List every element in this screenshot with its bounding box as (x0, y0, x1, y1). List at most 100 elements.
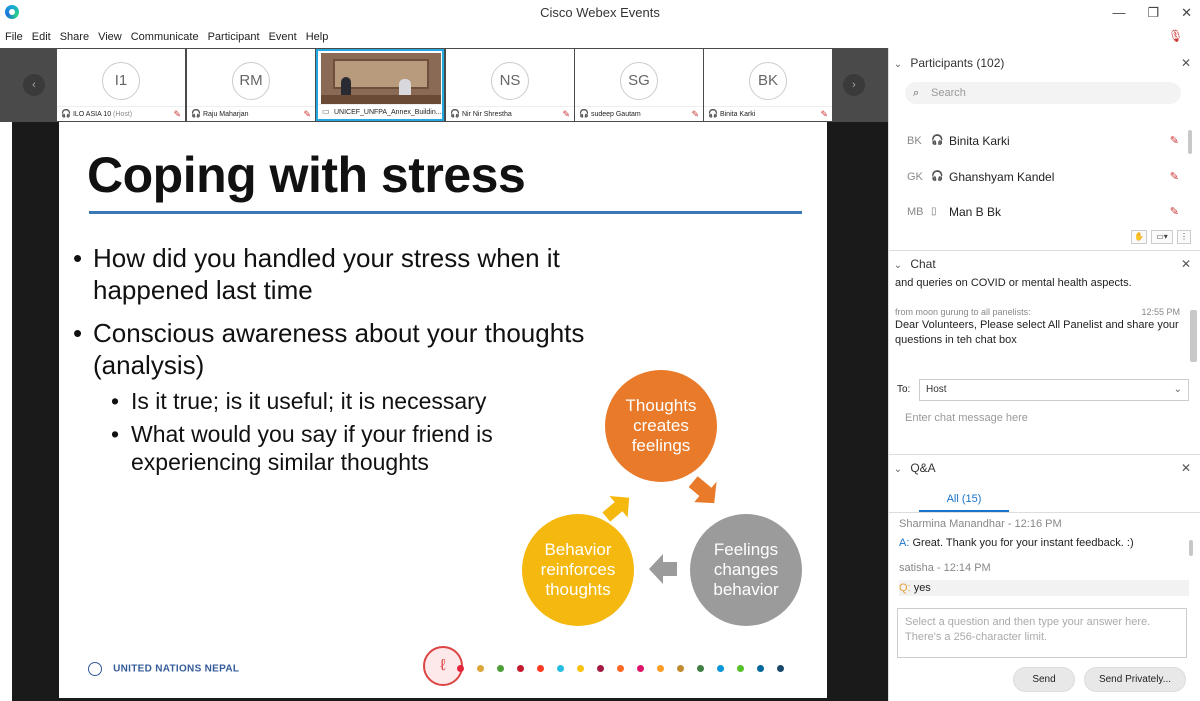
sdg-dot (737, 665, 744, 672)
answer-input[interactable]: Select a question and then type your ans… (897, 608, 1187, 658)
menu-participant[interactable]: Participant (203, 28, 264, 46)
close-button[interactable]: ✕ (1181, 0, 1192, 26)
menu-bar: File Edit Share View Communicate Partici… (0, 28, 332, 46)
tab-all[interactable]: All (15) (919, 488, 1009, 512)
avatar: RM (232, 62, 270, 100)
sdg-dot (557, 665, 564, 672)
menu-file[interactable]: File (0, 28, 27, 46)
menu-share[interactable]: Share (55, 28, 93, 46)
thumbnail-label: 🎧 Raju Maharjan ✎ (187, 106, 315, 121)
muted-mic-icon: ✎ (820, 109, 828, 119)
qa-answer[interactable]: A: Great. Thank you for your instant fee… (899, 537, 1134, 549)
participant-row[interactable]: MB ▯ Man B Bk ✎ (889, 197, 1189, 227)
question-text: yes (913, 582, 931, 594)
footer-text: UNITED NATIONS NEPAL (113, 663, 240, 675)
menu-event[interactable]: Event (264, 28, 301, 46)
participants-scrollbar[interactable] (1188, 130, 1192, 154)
maximize-button[interactable]: ❐ (1147, 0, 1159, 26)
to-label: To: (897, 384, 911, 395)
video-thumbnail-active[interactable]: ▭ UNICEF_UNFPA_Annex_Buildin... (316, 49, 444, 121)
participants-header[interactable]: ⌄ Participants (102) ✕ (889, 50, 1200, 76)
participant-name: Binita Karki (719, 111, 756, 118)
muted-mic-icon[interactable]: ✎ (1170, 126, 1179, 156)
send-button[interactable]: Send (1013, 667, 1075, 692)
qa-header[interactable]: ⌄ Q&A ✕ (889, 454, 1200, 480)
video-device-icon: ▭ (322, 107, 330, 116)
more-options-button[interactable]: ⋮ (1177, 230, 1191, 244)
sdg-dot (517, 665, 524, 672)
sdg-dot (617, 665, 624, 672)
video-thumbnail[interactable]: RM 🎧 Raju Maharjan ✎ (187, 49, 315, 121)
sdg-dot (477, 665, 484, 672)
participants-title: Participants (102) (910, 56, 1005, 70)
chat-recipient-select[interactable]: Host ⌄ (919, 379, 1189, 401)
chevron-down-icon: ⌄ (893, 59, 903, 70)
sdg-dot (457, 665, 464, 672)
title-bar: Cisco Webex Events — ❐ ✕ (0, 0, 1200, 26)
answer-prefix: A: (899, 537, 910, 549)
muted-mic-icon[interactable]: 🎙 (1168, 29, 1183, 43)
menu-view[interactable]: View (93, 28, 126, 46)
strip-next-button[interactable]: › (843, 74, 865, 96)
menu-edit[interactable]: Edit (27, 28, 55, 46)
phone-icon: ▯ (931, 206, 937, 217)
answer-text: Great. Thank you for your instant feedba… (912, 537, 1134, 549)
close-icon[interactable]: ✕ (1181, 50, 1191, 76)
close-icon[interactable]: ✕ (1181, 455, 1191, 481)
headset-icon: 🎧 (708, 109, 718, 118)
participant-name: sudeep Gautam (590, 111, 641, 118)
raise-hand-button[interactable]: ✋ (1131, 230, 1147, 244)
chat-header[interactable]: ⌄ Chat ✕ (889, 250, 1200, 276)
avatar: BK (907, 135, 922, 147)
window-controls: — ❐ ✕ (1112, 0, 1192, 26)
webex-logo-icon (5, 5, 19, 19)
chat-input[interactable]: Enter chat message here (905, 412, 1028, 424)
muted-mic-icon[interactable]: ✎ (1170, 197, 1179, 227)
qa-scrollbar[interactable] (1189, 540, 1193, 556)
headset-icon: 🎧 (450, 109, 460, 118)
qa-title: Q&A (910, 461, 936, 475)
video-thumbnail[interactable]: SG 🎧 sudeep Gautam ✎ (575, 49, 703, 121)
headset-icon: 🎧 (579, 109, 589, 118)
participant-name: Nir Nir Shrestha (461, 111, 512, 118)
chat-message-line: Dear Volunteers, Please select All Panel… (895, 319, 1179, 331)
avatar: MB (907, 206, 924, 218)
sdg-dot (597, 665, 604, 672)
question-prefix: Q: (899, 582, 911, 594)
sdg-dot (717, 665, 724, 672)
menu-help[interactable]: Help (301, 28, 333, 46)
arrow-up-right (602, 495, 630, 522)
content-stage: Coping with stress • How did you handled… (0, 122, 888, 701)
chat-scrollbar[interactable] (1190, 310, 1197, 362)
participant-name: Ghanshyam Kandel (949, 170, 1055, 184)
headset-icon: 🎧 (191, 109, 201, 118)
menu-communicate[interactable]: Communicate (126, 28, 203, 46)
thoughts-circle: Thoughts creates feelings (605, 370, 717, 482)
sdg-dot (697, 665, 704, 672)
thumbnail-label: 🎧 Binita Karki ✎ (704, 106, 832, 121)
muted-mic-icon[interactable]: ✎ (1170, 162, 1179, 192)
video-options-button[interactable]: ▭▾ (1151, 230, 1173, 244)
muted-mic-icon: ✎ (173, 109, 181, 119)
participant-row[interactable]: BK 🎧 Binita Karki ✎ (889, 126, 1189, 156)
participant-name: ILO ASIA 10 (72, 111, 112, 118)
muted-mic-icon: ✎ (562, 109, 570, 119)
avatar: GK (907, 171, 923, 183)
participant-search-input[interactable]: ⌕ Search (905, 82, 1181, 104)
participant-row[interactable]: GK 🎧 Ghanshyam Kandel ✎ (889, 162, 1189, 192)
video-thumbnail[interactable]: BK 🎧 Binita Karki ✎ (704, 49, 832, 121)
video-thumbnail[interactable]: I1 🎧 ILO ASIA 10 (Host) ✎ (57, 49, 185, 121)
host-tag: (Host) (113, 111, 133, 118)
minimize-button[interactable]: — (1112, 0, 1125, 26)
strip-prev-button[interactable]: ‹ (23, 74, 45, 96)
sdg-dot (577, 665, 584, 672)
close-icon[interactable]: ✕ (1181, 251, 1191, 277)
video-thumbnail[interactable]: NS 🎧 Nir Nir Shrestha ✎ (446, 49, 574, 121)
headset-icon: 🎧 (931, 171, 944, 182)
qa-question[interactable]: Q: yes (899, 580, 1189, 596)
arrow-right-down (688, 476, 717, 504)
avatar: I1 (102, 62, 140, 100)
sdg-dots (457, 665, 784, 672)
participant-name: Binita Karki (949, 134, 1010, 148)
send-privately-button[interactable]: Send Privately... (1084, 667, 1186, 692)
